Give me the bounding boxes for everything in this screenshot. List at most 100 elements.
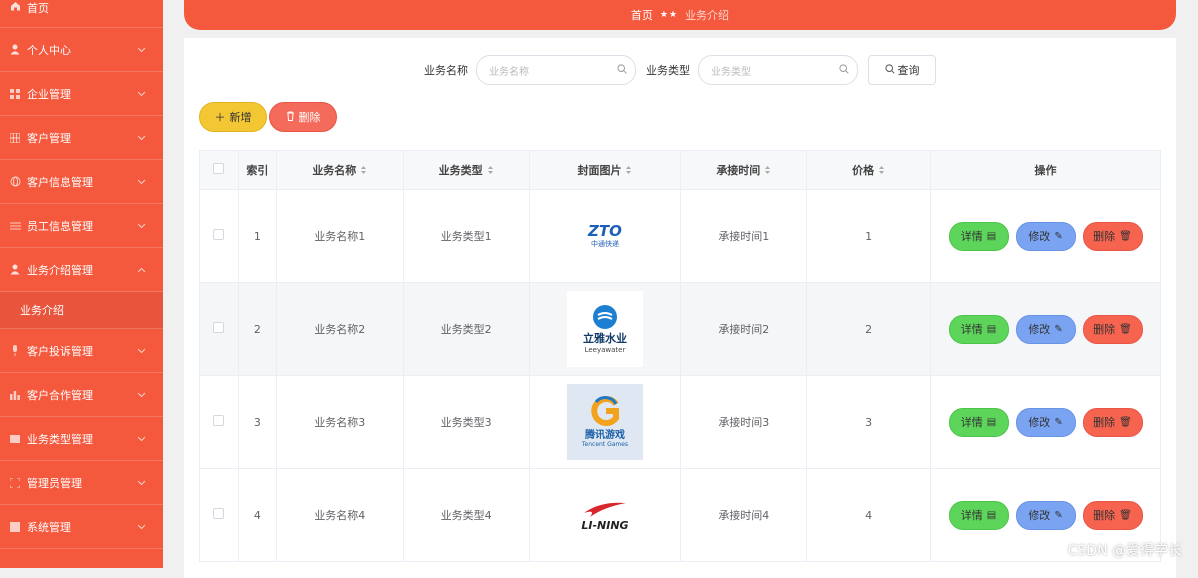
detail-button[interactable]: 详情▤: [949, 315, 1009, 344]
header-name[interactable]: 业务名称: [276, 151, 403, 190]
business-table: 索引 业务名称 业务类型 封面图片 承接时间 价格 操作 1 业务名称1 业务类…: [199, 150, 1161, 562]
sidebar-item-business-intro[interactable]: 业务介绍管理: [0, 248, 163, 292]
row-index: 3: [238, 376, 276, 469]
tencent-g-icon: [588, 396, 622, 426]
sidebar-subitem-business-intro[interactable]: 业务介绍: [0, 292, 163, 329]
header-index: 索引: [238, 151, 276, 190]
row-select-cell[interactable]: [200, 190, 239, 283]
add-button[interactable]: ＋ 新增: [199, 102, 267, 132]
sidebar-item-cooperation[interactable]: 客户合作管理: [0, 373, 163, 417]
type-search-label: 业务类型: [646, 62, 690, 78]
type-search-input[interactable]: 业务类型: [698, 55, 858, 85]
grid-icon: [8, 88, 22, 100]
query-button[interactable]: 查询: [868, 55, 936, 85]
sidebar-item-complaints[interactable]: 客户投诉管理: [0, 329, 163, 373]
row-checkbox[interactable]: [213, 229, 224, 240]
sidebar-item-label: 客户合作管理: [27, 387, 137, 403]
zto-logo: ZTO 中通快递: [567, 198, 643, 274]
plus-icon: ＋: [215, 109, 226, 125]
detail-button[interactable]: 详情▤: [949, 408, 1009, 437]
header-name-label: 业务名称: [312, 164, 356, 177]
delete-button[interactable]: 删除🗑: [1083, 408, 1143, 437]
row-price: 1: [807, 190, 931, 283]
sort-icon[interactable]: [878, 165, 885, 178]
sort-icon[interactable]: [487, 165, 494, 178]
chevron-down-icon: [137, 131, 147, 144]
sort-icon[interactable]: [764, 165, 771, 178]
pencil-icon: ✎: [1054, 510, 1062, 521]
sidebar-item-label: 个人中心: [27, 42, 137, 58]
row-cover: LI-NING: [529, 469, 681, 562]
row-checkbox[interactable]: [213, 322, 224, 333]
sidebar-item-label: 业务类型管理: [27, 431, 137, 447]
header-cover[interactable]: 封面图片: [529, 151, 681, 190]
sidebar-item-label: 客户管理: [27, 130, 137, 146]
delete-button[interactable]: 删除🗑: [1083, 222, 1143, 251]
detail-button[interactable]: 详情▤: [949, 501, 1009, 530]
sidebar-item-customer[interactable]: 客户管理: [0, 116, 163, 160]
edit-button-label: 修改: [1028, 414, 1050, 430]
user-icon: [8, 44, 22, 56]
sidebar-item-profile[interactable]: 个人中心: [0, 28, 163, 72]
sidebar-item-admin[interactable]: 管理员管理: [0, 461, 163, 505]
edit-button[interactable]: 修改✎: [1016, 315, 1076, 344]
sidebar-item-customer-info[interactable]: 客户信息管理: [0, 160, 163, 204]
row-checkbox[interactable]: [213, 415, 224, 426]
header-cover-label: 封面图片: [577, 164, 621, 177]
row-price: 2: [807, 283, 931, 376]
edit-button[interactable]: 修改✎: [1016, 408, 1076, 437]
sidebar-item-label: 首页: [27, 0, 163, 16]
user-icon: [8, 264, 22, 276]
sort-icon[interactable]: [625, 165, 632, 178]
row-name: 业务名称4: [276, 469, 403, 562]
header-type[interactable]: 业务类型: [403, 151, 529, 190]
header-price[interactable]: 价格: [807, 151, 931, 190]
toolbar: ＋ 新增 删除: [199, 102, 339, 132]
leeya-logo-en: Leeyawater: [585, 346, 626, 354]
breadcrumb-home[interactable]: 首页: [631, 7, 653, 23]
name-search-input[interactable]: 业务名称: [476, 55, 636, 85]
detail-button-label: 详情: [961, 228, 983, 244]
trash-icon: 🗑: [1119, 231, 1132, 242]
table-row: 3 业务名称3 业务类型3 腾讯游戏 Tencent Games 承接时间3: [200, 376, 1161, 469]
row-price: 3: [807, 376, 931, 469]
search-icon: [617, 64, 627, 77]
sidebar-item-system[interactable]: 系统管理: [0, 505, 163, 549]
detail-button[interactable]: 详情▤: [949, 222, 1009, 251]
edit-button[interactable]: 修改✎: [1016, 501, 1076, 530]
query-button-label: 查询: [898, 62, 920, 78]
header-type-label: 业务类型: [439, 164, 483, 177]
row-time: 承接时间3: [681, 376, 807, 469]
water-drop-icon: [592, 304, 618, 330]
select-all-checkbox[interactable]: [213, 163, 224, 174]
chevron-down-icon: [137, 432, 147, 445]
sidebar-item-label: 客户信息管理: [27, 174, 137, 190]
sidebar-item-enterprise[interactable]: 企业管理: [0, 72, 163, 116]
row-select-cell[interactable]: [200, 376, 239, 469]
sidebar-item-home[interactable]: 首页: [0, 0, 163, 28]
row-type: 业务类型2: [403, 283, 529, 376]
row-cover: 立雅水业 Leeyawater: [529, 283, 681, 376]
sidebar-item-business-type[interactable]: 业务类型管理: [0, 417, 163, 461]
edit-button[interactable]: 修改✎: [1016, 222, 1076, 251]
breadcrumb-separator: ★★: [660, 10, 678, 20]
pencil-icon: ✎: [1054, 324, 1062, 335]
delete-button[interactable]: 删除🗑: [1083, 315, 1143, 344]
main-content: 首页 ★★ 业务介绍 业务名称 业务名称 业务类型 业务类型 查询 ＋ 新增: [163, 0, 1198, 568]
grid9-icon: [8, 132, 22, 144]
delete-button[interactable]: 删除🗑: [1083, 501, 1143, 530]
batch-delete-button[interactable]: 删除: [269, 102, 337, 132]
row-select-cell[interactable]: [200, 469, 239, 562]
row-select-cell[interactable]: [200, 283, 239, 376]
row-checkbox[interactable]: [213, 508, 224, 519]
sidebar-item-staff-info[interactable]: 员工信息管理: [0, 204, 163, 248]
chevron-down-icon: [137, 219, 147, 232]
trash-icon: 🗑: [1119, 324, 1132, 335]
header-time[interactable]: 承接时间: [681, 151, 807, 190]
tencent-logo-cn: 腾讯游戏: [585, 426, 625, 441]
sort-icon[interactable]: [360, 165, 367, 178]
batch-delete-button-label: 删除: [299, 109, 321, 125]
select-all-cell[interactable]: [200, 151, 239, 190]
frame-icon: [8, 477, 22, 489]
detail-button-label: 详情: [961, 321, 983, 337]
